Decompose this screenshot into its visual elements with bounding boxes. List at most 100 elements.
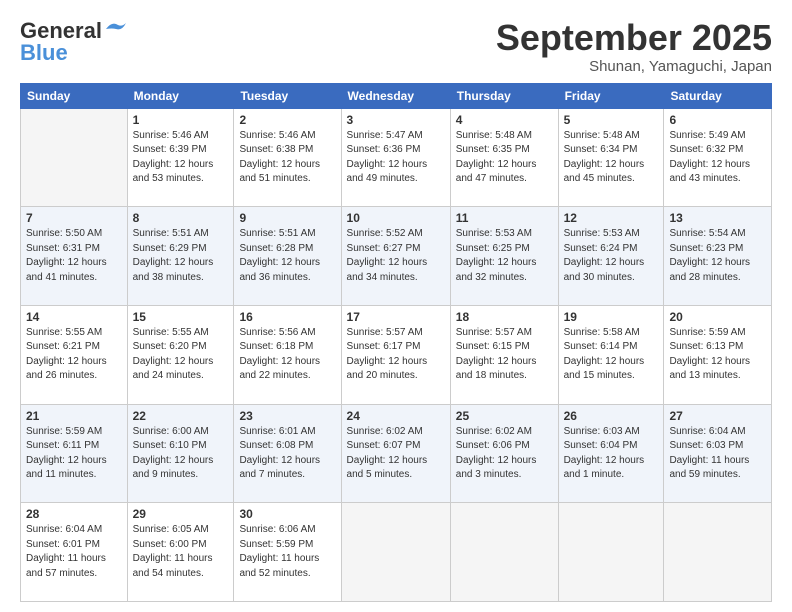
day-detail: Sunrise: 5:59 AMSunset: 6:11 PMDaylight:… [26,425,122,483]
weekday-header: Thursday [450,83,558,108]
weekday-header: Tuesday [234,83,341,108]
day-number: 9 [239,211,335,225]
calendar-cell: 23 Sunrise: 6:01 AMSunset: 6:08 PMDayligh… [234,404,341,503]
day-number: 18 [456,310,553,324]
day-number: 14 [26,310,122,324]
day-detail: Sunrise: 5:49 AMSunset: 6:32 PMDaylight:… [669,129,766,187]
calendar-cell: 25 Sunrise: 6:02 AMSunset: 6:06 PMDayligh… [450,404,558,503]
location: Shunan, Yamaguchi, Japan [496,58,772,75]
weekday-header: Friday [558,83,664,108]
calendar-cell: 7 Sunrise: 5:50 AMSunset: 6:31 PMDaylight… [21,207,128,306]
day-detail: Sunrise: 5:53 AMSunset: 6:25 PMDaylight:… [456,227,553,285]
day-detail: Sunrise: 5:55 AMSunset: 6:21 PMDaylight:… [26,326,122,384]
day-detail: Sunrise: 6:01 AMSunset: 6:08 PMDaylight:… [239,425,335,483]
calendar-cell: 30Sunrise: 6:06 AMSunset: 5:59 PMDayligh… [234,503,341,602]
day-detail: Sunrise: 6:03 AMSunset: 6:04 PMDaylight:… [564,425,659,483]
day-number: 17 [347,310,445,324]
logo: General Blue [20,18,126,66]
calendar-cell [558,503,664,602]
calendar-cell: 29Sunrise: 6:05 AMSunset: 6:00 PMDayligh… [127,503,234,602]
calendar-cell: 14 Sunrise: 5:55 AMSunset: 6:21 PMDayligh… [21,305,128,404]
day-detail: Sunrise: 5:55 AMSunset: 6:20 PMDaylight:… [133,326,229,384]
day-number: 22 [133,409,229,423]
day-detail: Sunrise: 5:56 AMSunset: 6:18 PMDaylight:… [239,326,335,384]
calendar-cell: 20 Sunrise: 5:59 AMSunset: 6:13 PMDayligh… [664,305,772,404]
day-number: 16 [239,310,335,324]
weekday-header: Monday [127,83,234,108]
calendar-cell: 9 Sunrise: 5:51 AMSunset: 6:28 PMDaylight… [234,207,341,306]
calendar-cell: 21 Sunrise: 5:59 AMSunset: 6:11 PMDayligh… [21,404,128,503]
day-detail: Sunrise: 6:02 AMSunset: 6:07 PMDaylight:… [347,425,445,483]
day-number: 12 [564,211,659,225]
day-number: 1 [133,113,229,127]
title-block: September 2025 Shunan, Yamaguchi, Japan [496,18,772,75]
calendar-cell: 10 Sunrise: 5:52 AMSunset: 6:27 PMDayligh… [341,207,450,306]
day-detail: Sunrise: 5:46 AMSunset: 6:39 PMDaylight:… [133,129,229,187]
calendar-cell: 17 Sunrise: 5:57 AMSunset: 6:17 PMDayligh… [341,305,450,404]
day-number: 15 [133,310,229,324]
day-detail: Sunrise: 5:51 AMSunset: 6:29 PMDaylight:… [133,227,229,285]
calendar-cell: 3 Sunrise: 5:47 AMSunset: 6:36 PMDaylight… [341,108,450,207]
day-detail: Sunrise: 5:48 AMSunset: 6:34 PMDaylight:… [564,129,659,187]
calendar-cell: 15 Sunrise: 5:55 AMSunset: 6:20 PMDayligh… [127,305,234,404]
day-number: 10 [347,211,445,225]
page: General Blue September 2025 Shunan, Yama… [0,0,792,612]
calendar-cell [21,108,128,207]
calendar-cell [664,503,772,602]
calendar-cell: 6 Sunrise: 5:49 AMSunset: 6:32 PMDaylight… [664,108,772,207]
day-number: 23 [239,409,335,423]
calendar-cell: 19 Sunrise: 5:58 AMSunset: 6:14 PMDayligh… [558,305,664,404]
weekday-header: Wednesday [341,83,450,108]
day-detail: Sunrise: 6:02 AMSunset: 6:06 PMDaylight:… [456,425,553,483]
calendar-cell: 12 Sunrise: 5:53 AMSunset: 6:24 PMDayligh… [558,207,664,306]
day-number: 26 [564,409,659,423]
day-number: 29 [133,507,229,521]
day-detail: Sunrise: 5:53 AMSunset: 6:24 PMDaylight:… [564,227,659,285]
day-number: 19 [564,310,659,324]
calendar-cell: 18 Sunrise: 5:57 AMSunset: 6:15 PMDayligh… [450,305,558,404]
calendar-table: SundayMondayTuesdayWednesdayThursdayFrid… [20,83,772,602]
weekday-header: Sunday [21,83,128,108]
day-detail: Sunrise: 5:46 AMSunset: 6:38 PMDaylight:… [239,129,335,187]
calendar-cell: 27Sunrise: 6:04 AMSunset: 6:03 PMDayligh… [664,404,772,503]
day-detail: Sunrise: 6:04 AMSunset: 6:01 PMDaylight:… [26,523,122,581]
day-number: 4 [456,113,553,127]
day-number: 3 [347,113,445,127]
day-number: 6 [669,113,766,127]
day-number: 13 [669,211,766,225]
day-number: 20 [669,310,766,324]
logo-blue: Blue [20,40,68,66]
day-detail: Sunrise: 5:57 AMSunset: 6:17 PMDaylight:… [347,326,445,384]
calendar-cell: 28Sunrise: 6:04 AMSunset: 6:01 PMDayligh… [21,503,128,602]
day-detail: Sunrise: 5:51 AMSunset: 6:28 PMDaylight:… [239,227,335,285]
header: General Blue September 2025 Shunan, Yama… [20,18,772,75]
day-number: 11 [456,211,553,225]
calendar-cell: 11 Sunrise: 5:53 AMSunset: 6:25 PMDayligh… [450,207,558,306]
day-detail: Sunrise: 5:48 AMSunset: 6:35 PMDaylight:… [456,129,553,187]
day-number: 2 [239,113,335,127]
calendar-cell: 26 Sunrise: 6:03 AMSunset: 6:04 PMDayligh… [558,404,664,503]
calendar-cell: 4 Sunrise: 5:48 AMSunset: 6:35 PMDaylight… [450,108,558,207]
calendar-cell: 8 Sunrise: 5:51 AMSunset: 6:29 PMDaylight… [127,207,234,306]
calendar-cell: 16 Sunrise: 5:56 AMSunset: 6:18 PMDayligh… [234,305,341,404]
day-detail: Sunrise: 5:57 AMSunset: 6:15 PMDaylight:… [456,326,553,384]
day-number: 30 [239,507,335,521]
calendar-cell: 13 Sunrise: 5:54 AMSunset: 6:23 PMDayligh… [664,207,772,306]
logo-bird-icon [104,21,126,37]
day-number: 8 [133,211,229,225]
day-detail: Sunrise: 5:59 AMSunset: 6:13 PMDaylight:… [669,326,766,384]
day-detail: Sunrise: 5:47 AMSunset: 6:36 PMDaylight:… [347,129,445,187]
day-detail: Sunrise: 5:54 AMSunset: 6:23 PMDaylight:… [669,227,766,285]
weekday-header: Saturday [664,83,772,108]
calendar-cell: 1 Sunrise: 5:46 AMSunset: 6:39 PMDaylight… [127,108,234,207]
day-detail: Sunrise: 6:04 AMSunset: 6:03 PMDaylight:… [669,425,766,483]
day-number: 7 [26,211,122,225]
day-detail: Sunrise: 5:50 AMSunset: 6:31 PMDaylight:… [26,227,122,285]
day-detail: Sunrise: 5:58 AMSunset: 6:14 PMDaylight:… [564,326,659,384]
day-detail: Sunrise: 5:52 AMSunset: 6:27 PMDaylight:… [347,227,445,285]
calendar-cell: 22Sunrise: 6:00 AMSunset: 6:10 PMDayligh… [127,404,234,503]
calendar-cell [341,503,450,602]
day-number: 21 [26,409,122,423]
calendar-cell [450,503,558,602]
day-number: 25 [456,409,553,423]
